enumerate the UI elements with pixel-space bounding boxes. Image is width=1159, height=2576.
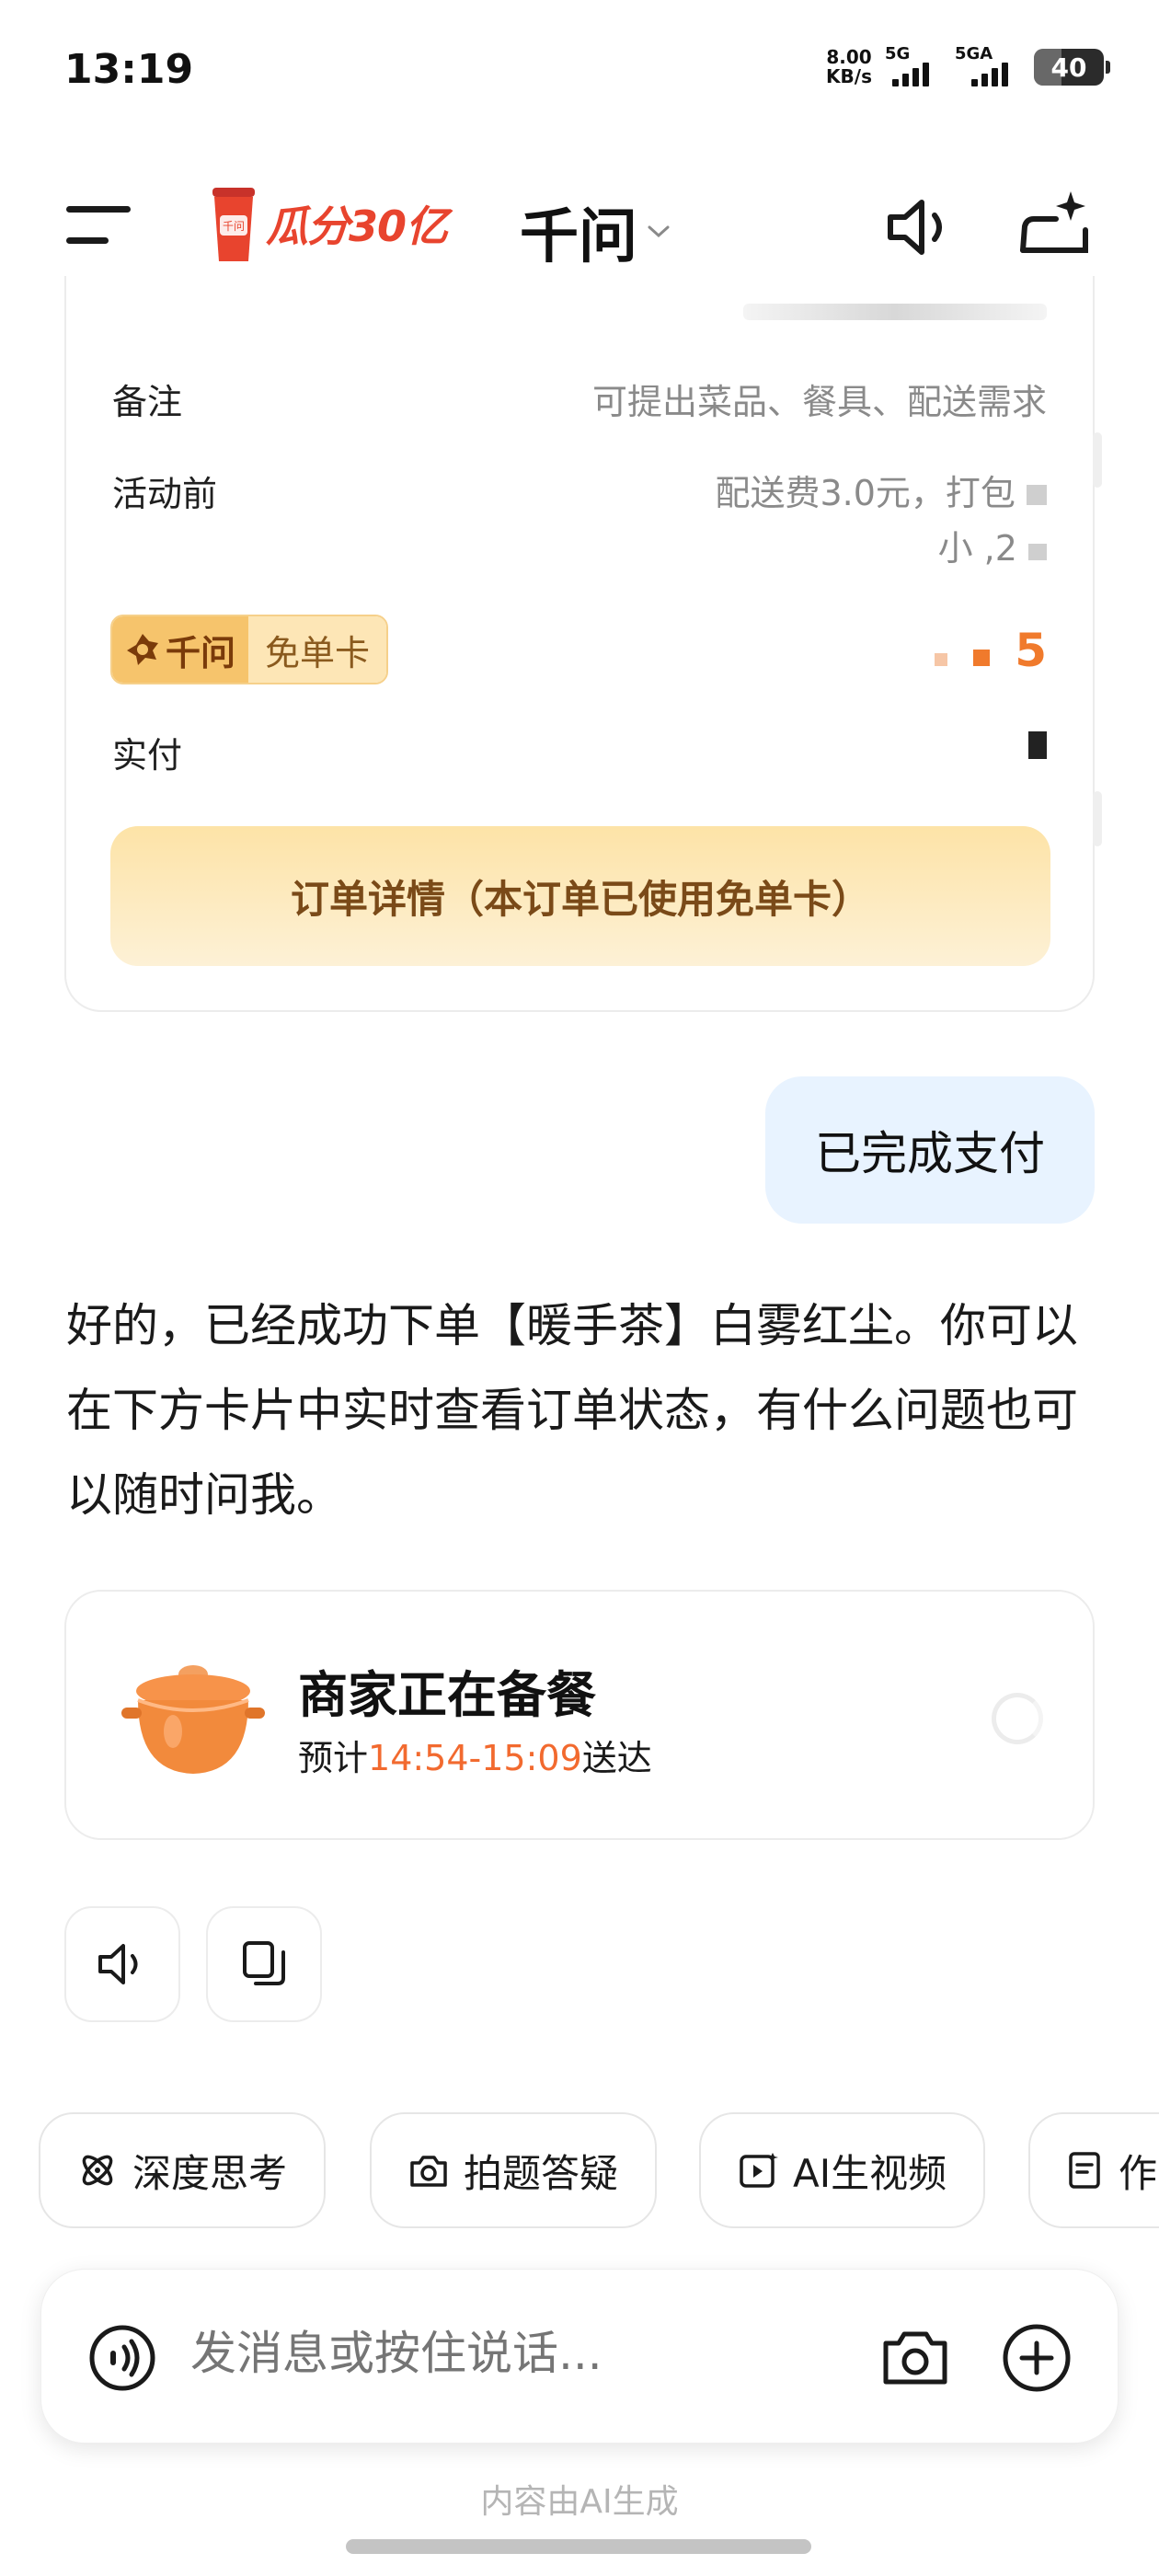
photo-question-icon (410, 2156, 447, 2187)
new-chat-sparkle-icon[interactable] (1019, 186, 1091, 259)
message-input-bar (40, 2269, 1119, 2444)
pre-discount-label: 活动前 (112, 474, 218, 514)
pre-discount-value-line2: 小 ,2 (937, 528, 1017, 569)
paid-row: 实付 (112, 727, 1047, 777)
voice-input-icon[interactable] (87, 2323, 157, 2393)
delivery-status-card[interactable]: 商家正在备餐 预计14:54-15:09送达 (64, 1590, 1095, 1840)
qianwen-logo-icon (127, 634, 158, 665)
quick-action-chips: 深度思考 拍题答疑 AI生视频 作 (39, 2112, 1159, 2232)
promo-text: 瓜分30亿 (266, 201, 448, 251)
eta-time: 14:54-15:09 (368, 1738, 582, 1778)
scroll-indicator (1093, 432, 1102, 488)
order-detail-button[interactable]: 订单详情（本订单已使用免单卡） (110, 826, 1050, 966)
home-indicator[interactable] (346, 2539, 811, 2554)
speaker-icon (98, 1944, 138, 1984)
loading-spinner-icon (992, 1693, 1043, 1744)
sim1-label: 5G (885, 44, 911, 63)
assistant-message: 好的，已经成功下单【暖手茶】白雾红尘。你可以在下方卡片中实时查看订单状态，有什么… (66, 1299, 1078, 1522)
chip-writing[interactable]: 作 (1028, 2112, 1159, 2228)
status-bar: 13:19 8.00 KB/s 5G 5GA 40 (0, 0, 1159, 147)
video-spark-icon (740, 2153, 778, 2188)
chip-label: 作 (1119, 2150, 1158, 2196)
chip-label: 拍题答疑 (464, 2150, 619, 2196)
paid-label: 实付 (112, 735, 183, 776)
menu-icon[interactable] (66, 202, 136, 248)
signal-icon: 5G (885, 44, 942, 86)
read-aloud-button[interactable] (64, 1906, 180, 2022)
network-speed: 8.00 KB/s (826, 48, 872, 86)
status-icons: 8.00 KB/s 5G 5GA 40 (826, 44, 1110, 86)
chip-label: 深度思考 (132, 2150, 288, 2196)
battery-icon: 40 (1034, 49, 1110, 86)
free-order-card-badge: 千问 免单卡 (110, 615, 389, 684)
remark-value: 可提出菜品、餐具、配送需求 (591, 382, 1047, 422)
camera-icon[interactable] (880, 2325, 950, 2389)
network-speed-unit: KB/s (826, 65, 872, 87)
speaker-icon[interactable] (885, 195, 955, 259)
atom-icon (82, 2155, 113, 2186)
app-header: 千问 瓜分30亿 千问 (0, 166, 1159, 285)
chip-deep-thinking[interactable]: 深度思考 (39, 2112, 327, 2228)
free-discount-value: 5 (935, 624, 1047, 677)
sim2-label: 5GA (955, 44, 993, 63)
chip-ai-video[interactable]: AI生视频 (699, 2112, 986, 2228)
copy-button[interactable] (206, 1906, 322, 2022)
app-title: 千问 (520, 203, 637, 271)
message-input[interactable] (190, 2327, 761, 2380)
chip-photo-question[interactable]: 拍题答疑 (370, 2112, 658, 2228)
svg-text:千问: 千问 (223, 220, 245, 233)
coffee-cup-icon: 千问 (212, 188, 255, 261)
promo-banner[interactable]: 千问 瓜分30亿 (207, 182, 448, 265)
cooking-pot-icon (121, 1665, 265, 1774)
scroll-indicator (1093, 791, 1102, 846)
status-time: 13:19 (64, 46, 194, 93)
pre-discount-row: 活动前 配送费3.0元，打包 小 ,2 (112, 466, 1047, 576)
remark-label: 备注 (112, 382, 183, 422)
pre-discount-value-line1: 配送费3.0元，打包 (715, 473, 1016, 513)
blurred-text (743, 304, 1047, 320)
battery-level: 40 (1050, 52, 1087, 83)
order-summary-card: 备注 可提出菜品、餐具、配送需求 活动前 配送费3.0元，打包 小 ,2 千问 … (64, 276, 1102, 1012)
remark-row[interactable]: 备注 可提出菜品、餐具、配送需求 (112, 374, 1047, 424)
eta-text: 预计14:54-15:09送达 (298, 1738, 652, 1778)
model-selector[interactable]: 千问 (520, 190, 671, 274)
user-message-bubble[interactable]: 已完成支付 (765, 1076, 1095, 1224)
signal-icon: 5GA (955, 44, 1021, 86)
copy-icon (243, 1941, 285, 1985)
badge-text: 免单卡 (265, 632, 371, 673)
order-status-title: 商家正在备餐 (298, 1666, 596, 1724)
chevron-down-icon (648, 225, 670, 238)
chip-label: AI生视频 (793, 2150, 947, 2196)
network-speed-value: 8.00 (826, 46, 872, 68)
ai-generated-note: 内容由AI生成 (480, 2483, 679, 2521)
badge-brand: 千问 (166, 632, 236, 673)
plus-icon[interactable] (1000, 2321, 1073, 2395)
document-icon (1069, 2152, 1100, 2189)
